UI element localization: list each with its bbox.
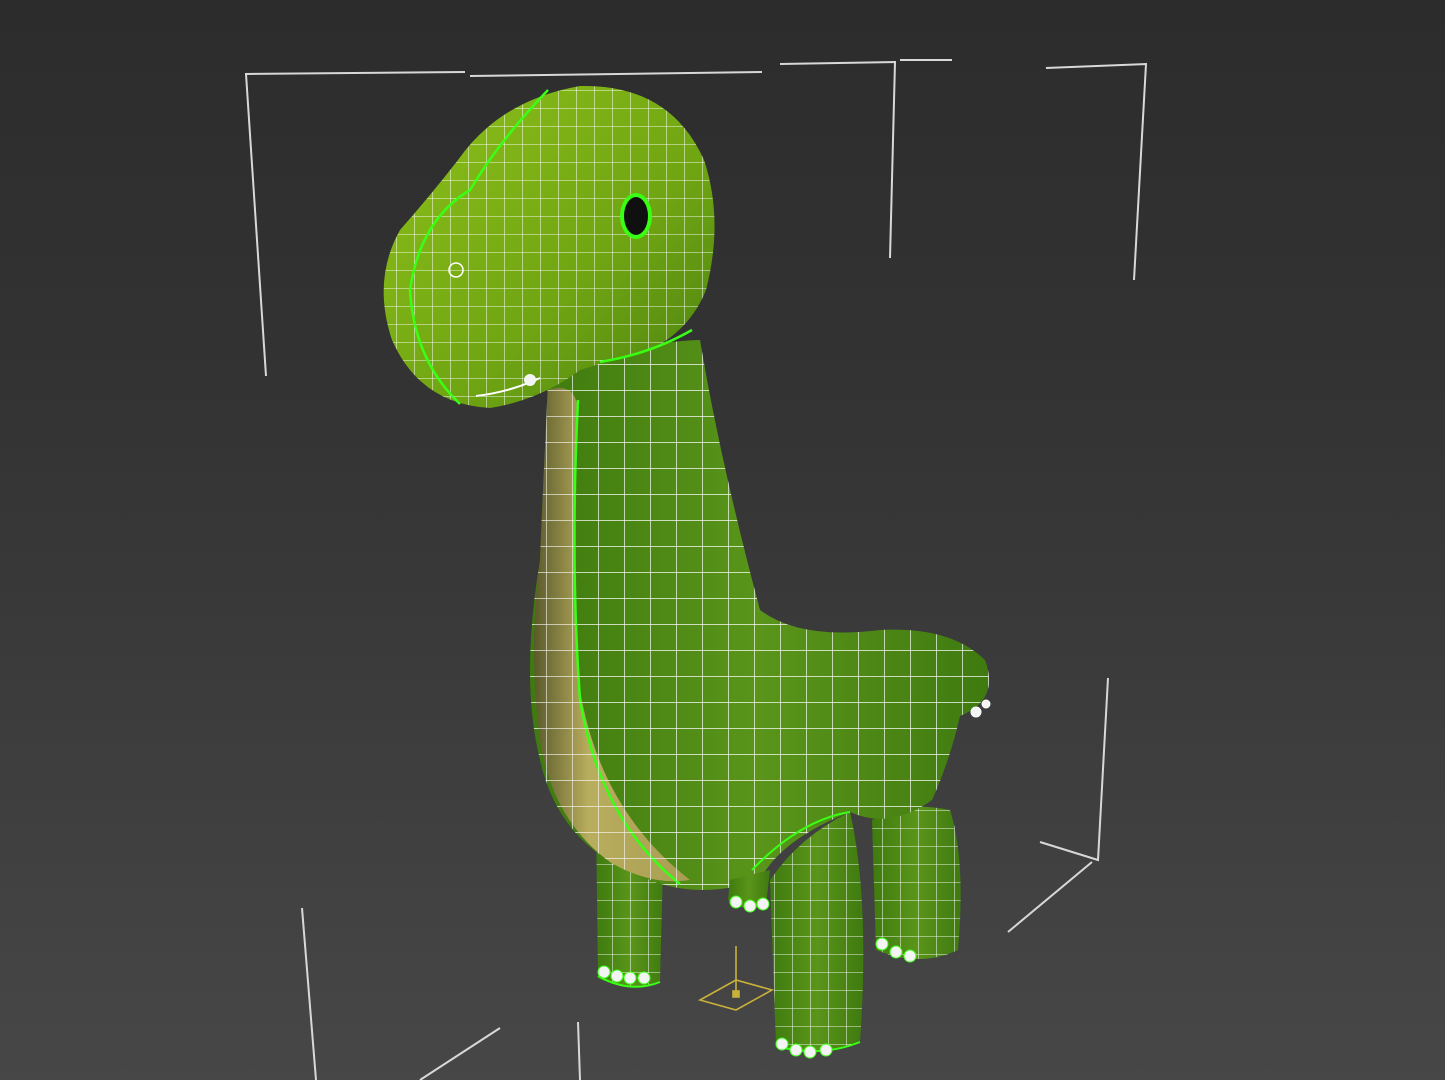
bbox-edge-top-mid: [469, 71, 763, 77]
bbox-corner-mid-right: [1039, 677, 1109, 862]
viewport-scene[interactable]: [0, 0, 1445, 1080]
3d-viewport[interactable]: [0, 0, 1445, 1080]
dino-leg-back-right: [872, 806, 961, 963]
pivot-gizmo: [697, 946, 775, 1011]
bbox-corner-top-mid: [779, 60, 897, 259]
dino-eye: [620, 193, 652, 239]
bbox-edge-bottom-mid: [577, 1021, 581, 1080]
bbox-edge-bottom-right: [1007, 861, 1093, 933]
bbox-edge-bottom-left: [419, 1027, 501, 1080]
bbox-corner-top-right: [1045, 62, 1148, 281]
bbox-corner-bottom-left: [301, 907, 317, 1080]
